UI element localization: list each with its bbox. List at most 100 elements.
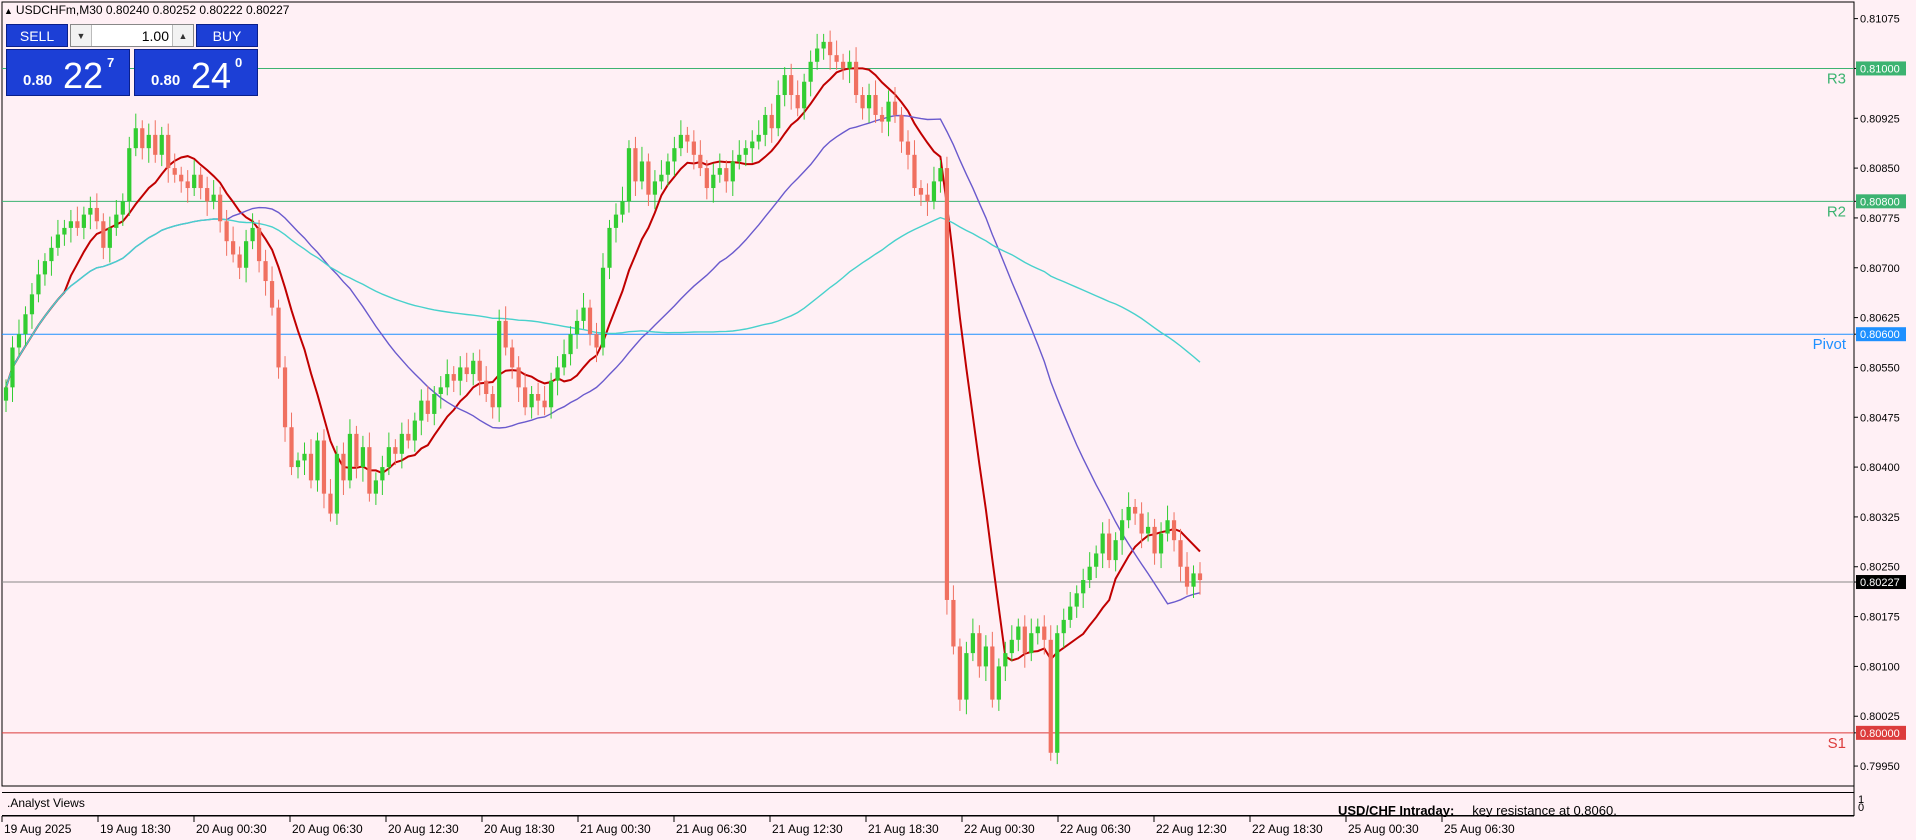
candlestick [555, 356, 560, 396]
price-tick-label: 0.80025 [1860, 711, 1900, 723]
candle-body [789, 75, 794, 96]
buy-button[interactable]: BUY [196, 24, 258, 47]
candlestick [276, 299, 281, 379]
candle-body [140, 128, 145, 149]
candlestick [899, 106, 904, 153]
candlestick [918, 180, 924, 206]
candlestick [510, 339, 515, 379]
time-tick-label: 21 Aug 00:30 [580, 822, 651, 836]
candlestick [853, 47, 859, 103]
candlestick [445, 359, 450, 396]
candle-body [743, 148, 748, 155]
price-chart[interactable]: R3 R2 Pivot S1 0.81075 0.81000 0.80925 0.80850… [0, 0, 1916, 840]
time-tick-label: 19 Aug 18:30 [100, 822, 171, 836]
candle-body [1126, 506, 1131, 521]
candlestick [970, 618, 975, 662]
candle-body [218, 194, 223, 222]
time-tick-label: 19 Aug 2025 [4, 822, 72, 836]
price-tick-label: 0.80550 [1860, 362, 1900, 374]
candlestick [840, 53, 846, 80]
candlestick [737, 140, 742, 170]
time-tick-label: 20 Aug 18:30 [484, 822, 555, 836]
candlestick [990, 631, 995, 708]
candle-body [756, 134, 761, 142]
price-tick-label: 0.80325 [1860, 512, 1900, 524]
candle-body [899, 114, 904, 142]
candle-body [399, 433, 404, 454]
candle-body [380, 467, 385, 481]
price-tick-label: 0.80475 [1860, 412, 1900, 424]
candlestick [574, 309, 580, 349]
sell-price-prefix: 0.80 [23, 72, 53, 89]
candlestick [523, 372, 528, 416]
candle-body [678, 134, 683, 149]
candle-body [1035, 626, 1040, 634]
candle-body [594, 334, 599, 348]
candlestick [198, 166, 203, 200]
price-tick-label: 0.81075 [1860, 14, 1900, 26]
candle-body [179, 174, 184, 182]
candlestick [944, 156, 950, 615]
candlestick [354, 425, 359, 479]
candle-body [840, 61, 846, 69]
candlestick [471, 352, 476, 386]
candlestick [490, 386, 495, 419]
candlestick [49, 236, 54, 276]
candle-body [581, 307, 586, 321]
collapse-triangle-icon[interactable]: ▲ [4, 6, 13, 16]
candle-body [269, 281, 275, 308]
candlestick [711, 163, 716, 203]
candle-body [360, 447, 366, 468]
sell-button[interactable]: SELL [6, 24, 68, 47]
candlestick [996, 658, 1001, 711]
candle-body [1171, 520, 1177, 541]
candlestick [1126, 492, 1131, 529]
buy-price-button[interactable]: 0.80 24 0 [134, 49, 258, 96]
price-tick-label: 0.80700 [1860, 263, 1900, 275]
candle-body [1061, 619, 1066, 634]
candlestick [951, 585, 956, 655]
candle-body [1158, 533, 1164, 554]
candle-body [1191, 573, 1196, 587]
candlestick [1068, 591, 1073, 628]
candle-body [231, 241, 236, 255]
candle-body [198, 174, 203, 189]
time-tick-label: 25 Aug 06:30 [1444, 822, 1515, 836]
candle-body [146, 134, 151, 149]
candlestick [179, 166, 184, 193]
candlestick [347, 419, 353, 489]
candle-body [711, 174, 716, 189]
candle-body [224, 221, 229, 242]
candlestick [1048, 625, 1053, 761]
candlestick [983, 635, 988, 682]
candlestick [957, 638, 963, 711]
candle-body [1120, 520, 1125, 541]
candle-body [185, 181, 190, 189]
buy-price-big: 24 [191, 55, 232, 96]
time-tick-label: 22 Aug 18:30 [1252, 822, 1323, 836]
price-tick-label: 0.80850 [1860, 163, 1900, 175]
lot-size-input[interactable] [93, 26, 171, 45]
sell-price-button[interactable]: 0.80 22 7 [6, 49, 130, 96]
candle-body [873, 95, 878, 115]
candlestick [698, 140, 703, 177]
candlestick [133, 113, 138, 157]
lot-increase-arrow-icon[interactable]: ▲ [172, 25, 193, 46]
candlestick [114, 199, 119, 236]
price-tick-label: 0.80625 [1860, 313, 1900, 325]
candle-body [55, 234, 61, 248]
candlestick [568, 326, 573, 366]
candlestick [743, 140, 748, 167]
candle-body [107, 227, 112, 248]
candlestick [159, 126, 164, 167]
candlestick [321, 429, 327, 509]
lot-decrease-arrow-icon[interactable]: ▼ [71, 25, 92, 46]
candlestick [62, 219, 67, 246]
candlestick [685, 126, 690, 153]
candle-body [828, 41, 833, 56]
candle-body [957, 646, 963, 700]
candlestick [1171, 512, 1177, 552]
candle-body [912, 154, 917, 189]
candlestick [497, 309, 502, 422]
candle-body [782, 75, 787, 96]
